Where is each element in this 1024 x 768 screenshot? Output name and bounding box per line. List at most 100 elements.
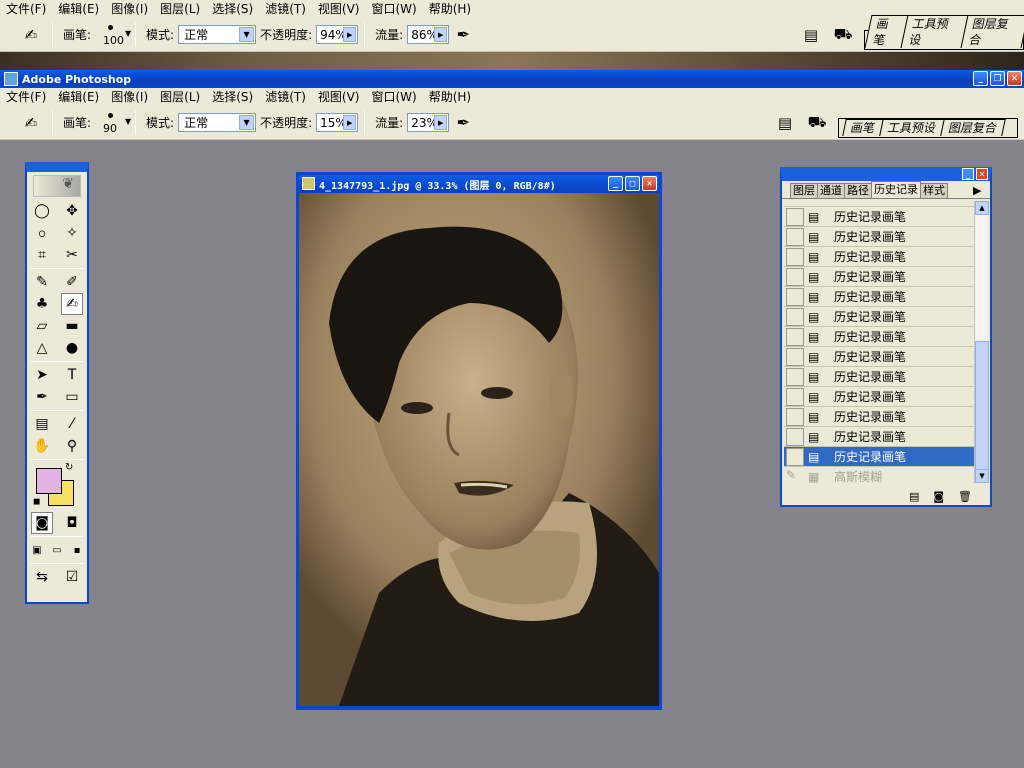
standard-mode-icon[interactable]: ◙ — [31, 512, 53, 534]
history-item[interactable]: ▤ 历史记录画笔 — [784, 347, 978, 367]
history-source-checkbox[interactable] — [786, 307, 804, 326]
history-source-checkbox[interactable] — [786, 327, 804, 346]
hand-tool-icon[interactable]: ✋ — [31, 435, 53, 457]
top-menu-filter[interactable]: 滤镜(T) — [259, 0, 312, 18]
healing-brush-tool-icon[interactable]: ✎ — [31, 271, 53, 293]
default-colors-icon[interactable]: ◼ — [33, 497, 40, 507]
flow-input[interactable]: 23% ▶ — [407, 113, 450, 132]
mode-select[interactable]: 正常 ▼ — [178, 113, 257, 132]
restore-icon[interactable]: ❐ — [990, 71, 1005, 86]
brush-picker[interactable]: 100 ▼ — [95, 23, 131, 47]
history-item[interactable]: ▤ 历史记录画笔 — [784, 367, 978, 387]
top-menu-view[interactable]: 视图(V) — [312, 0, 366, 18]
crop-tool-icon[interactable]: ⌗ — [31, 244, 53, 266]
trash-icon[interactable]: 🗑 — [958, 490, 972, 503]
menu-select[interactable]: 选择(S) — [206, 88, 259, 106]
history-brush-tool-icon[interactable]: ✍ — [61, 293, 83, 315]
history-source-checkbox[interactable] — [786, 347, 804, 366]
opacity-input[interactable]: 15% ▶ — [316, 113, 359, 132]
menu-help[interactable]: 帮助(H) — [423, 88, 477, 106]
magic-wand-tool-icon[interactable]: ✧ — [61, 222, 83, 244]
history-item[interactable]: ▤ 历史记录画笔 — [784, 387, 978, 407]
airbrush-icon[interactable]: ✒ — [449, 23, 477, 47]
close-icon[interactable]: ✕ — [642, 176, 657, 191]
top-menu-window[interactable]: 窗口(W) — [365, 0, 422, 18]
clone-stamp-tool-icon[interactable]: ♣ — [31, 293, 53, 315]
menu-file[interactable]: 文件(F) — [0, 88, 52, 106]
slice-tool-icon[interactable]: ✂ — [61, 244, 83, 266]
palette-icon[interactable]: ⛟ — [828, 23, 858, 47]
history-brush-icon[interactable]: ✍ — [16, 23, 46, 47]
gradient-tool-icon[interactable]: ▬ — [61, 315, 83, 337]
tab-paths[interactable]: 路径 — [844, 183, 872, 198]
history-source-checkbox[interactable] — [786, 207, 804, 226]
history-item[interactable]: ▤ 历史记录画笔 — [784, 267, 978, 287]
top-menu-layer[interactable]: 图层(L) — [154, 0, 206, 18]
well-tab-brushes[interactable]: 画笔 — [842, 119, 884, 136]
history-scrollbar[interactable]: ▲ ▼ — [974, 201, 989, 483]
minimize-icon[interactable]: _ — [608, 176, 623, 191]
history-item[interactable]: ▤ 历史记录画笔 — [784, 287, 978, 307]
close-icon[interactable]: ✕ — [976, 168, 988, 180]
history-source-checkbox[interactable] — [786, 367, 804, 386]
tab-styles[interactable]: 样式 — [920, 183, 948, 198]
notes-tool-icon[interactable]: ▤ — [31, 413, 53, 435]
lasso-tool-icon[interactable]: ဝ — [31, 222, 53, 244]
foreground-color[interactable] — [36, 468, 62, 494]
new-document-icon[interactable]: ▤ — [909, 490, 919, 503]
tab-layers[interactable]: 图层 — [790, 183, 818, 198]
eraser-tool-icon[interactable]: ▱ — [31, 315, 53, 337]
full-screen-icon[interactable]: ▪ — [67, 539, 87, 561]
move-tool-icon[interactable]: ✥ — [61, 200, 83, 222]
full-screen-menu-icon[interactable]: ▭ — [47, 539, 67, 561]
menu-layer[interactable]: 图层(L) — [154, 88, 206, 106]
pen-tool-icon[interactable]: ✒ — [31, 386, 53, 408]
menu-window[interactable]: 窗口(W) — [365, 88, 422, 106]
top-menu-edit[interactable]: 编辑(E) — [52, 0, 105, 18]
history-source-checkbox[interactable] — [786, 247, 804, 266]
tab-channels[interactable]: 通道 — [817, 183, 845, 198]
history-item-gaussian-blur[interactable]: ✎ ▦ 高斯模糊 — [784, 467, 978, 483]
airbrush-icon[interactable]: ✒ — [449, 111, 477, 135]
well-tab-tool-presets[interactable]: 工具预设 — [900, 15, 969, 48]
dodge-tool-icon[interactable]: ● — [61, 337, 83, 359]
top-menu-image[interactable]: 图像(I) — [105, 0, 154, 18]
history-source-checkbox[interactable] — [786, 387, 804, 406]
top-menu-help[interactable]: 帮助(H) — [423, 0, 477, 18]
history-source-checkbox[interactable] — [786, 267, 804, 286]
top-menu-file[interactable]: 文件(F) — [0, 0, 52, 18]
history-source-checkbox[interactable] — [786, 287, 804, 306]
brush-picker[interactable]: 90 ▼ — [95, 111, 131, 135]
close-icon[interactable]: ✕ — [1007, 71, 1022, 86]
history-item[interactable]: ▤ 历史记录画笔 — [784, 407, 978, 427]
brush-tool-icon[interactable]: ✐ — [61, 271, 83, 293]
shape-tool-icon[interactable]: ▭ — [61, 386, 83, 408]
standard-screen-icon[interactable]: ▣ — [27, 539, 47, 561]
file-browser-icon[interactable]: ▤ — [770, 111, 800, 135]
imageready-icon[interactable]: ☑ — [61, 566, 83, 588]
marquee-tool-icon[interactable]: ◯ — [31, 200, 53, 222]
jump-to-imageready-icon[interactable]: ⇆ — [31, 566, 53, 588]
file-browser-icon[interactable]: ▤ — [796, 23, 826, 47]
history-item[interactable]: ▤ 历史记录画笔 — [784, 327, 978, 347]
history-item[interactable]: ▤ 历史记录画笔 — [784, 207, 978, 227]
minimize-icon[interactable]: _ — [962, 168, 974, 180]
menu-filter[interactable]: 滤镜(T) — [259, 88, 312, 106]
history-item[interactable]: ▤ 历史记录画笔 — [784, 227, 978, 247]
scroll-thumb[interactable] — [975, 341, 989, 471]
top-menu-select[interactable]: 选择(S) — [206, 0, 259, 18]
mode-select[interactable]: 正常 ▼ — [178, 25, 257, 44]
scroll-down-icon[interactable]: ▼ — [975, 469, 989, 483]
well-tab-layer-comps[interactable]: 图层复合 — [940, 119, 1006, 136]
image-canvas[interactable] — [299, 193, 659, 706]
menu-edit[interactable]: 编辑(E) — [52, 88, 105, 106]
palette-icon[interactable]: ⛟ — [802, 111, 832, 135]
opacity-input[interactable]: 94% ▶ — [316, 25, 359, 44]
menu-image[interactable]: 图像(I) — [105, 88, 154, 106]
history-item[interactable]: ▤ 历史记录画笔 — [784, 427, 978, 447]
tab-history[interactable]: 历史记录 — [871, 181, 921, 198]
maximize-icon[interactable]: □ — [625, 176, 640, 191]
menu-view[interactable]: 视图(V) — [312, 88, 366, 106]
type-tool-icon[interactable]: T — [61, 364, 83, 386]
snapshot-icon[interactable]: ◙ — [933, 490, 944, 503]
